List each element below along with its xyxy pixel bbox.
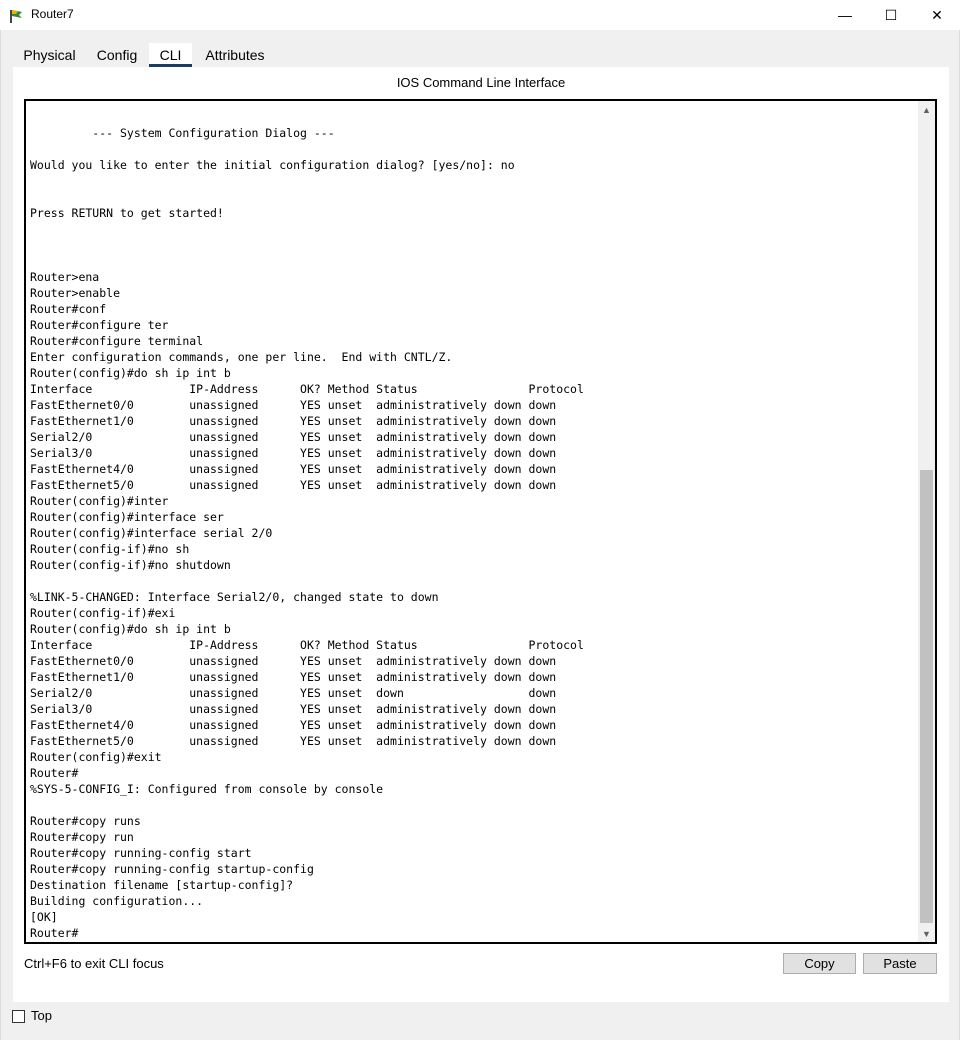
copy-button[interactable]: Copy (783, 953, 856, 974)
terminal-scrollbar[interactable]: ▲ ▼ (918, 101, 935, 942)
top-checkbox[interactable] (12, 1010, 25, 1023)
cli-terminal[interactable]: --- System Configuration Dialog --- Woul… (24, 99, 937, 944)
tab-attributes[interactable]: Attributes (195, 43, 275, 67)
panel-title: IOS Command Line Interface (396, 75, 566, 90)
top-checkbox-label: Top (31, 1008, 52, 1023)
minimize-button[interactable]: — (822, 0, 868, 30)
scroll-down-arrow-icon[interactable]: ▼ (918, 925, 935, 942)
window-title: Router7 (31, 7, 74, 21)
tab-config[interactable]: Config (88, 43, 146, 67)
scrollbar-thumb[interactable] (920, 470, 933, 923)
paste-button[interactable]: Paste (863, 953, 937, 974)
maximize-button[interactable]: ☐ (868, 0, 914, 30)
tab-physical[interactable]: Physical (14, 43, 85, 67)
cli-panel: IOS Command Line Interface --- System Co… (13, 67, 949, 1002)
window-client-area: Physical Config CLI Attributes IOS Comma… (0, 30, 960, 1040)
router-app-icon (9, 8, 25, 24)
cli-focus-hint: Ctrl+F6 to exit CLI focus (24, 956, 164, 971)
close-button[interactable]: ✕ (914, 0, 960, 30)
terminal-output[interactable]: --- System Configuration Dialog --- Woul… (30, 109, 910, 941)
tab-cli[interactable]: CLI (149, 43, 192, 67)
scroll-up-arrow-icon[interactable]: ▲ (918, 101, 935, 118)
title-bar: Router7 — ☐ ✕ (0, 0, 960, 30)
